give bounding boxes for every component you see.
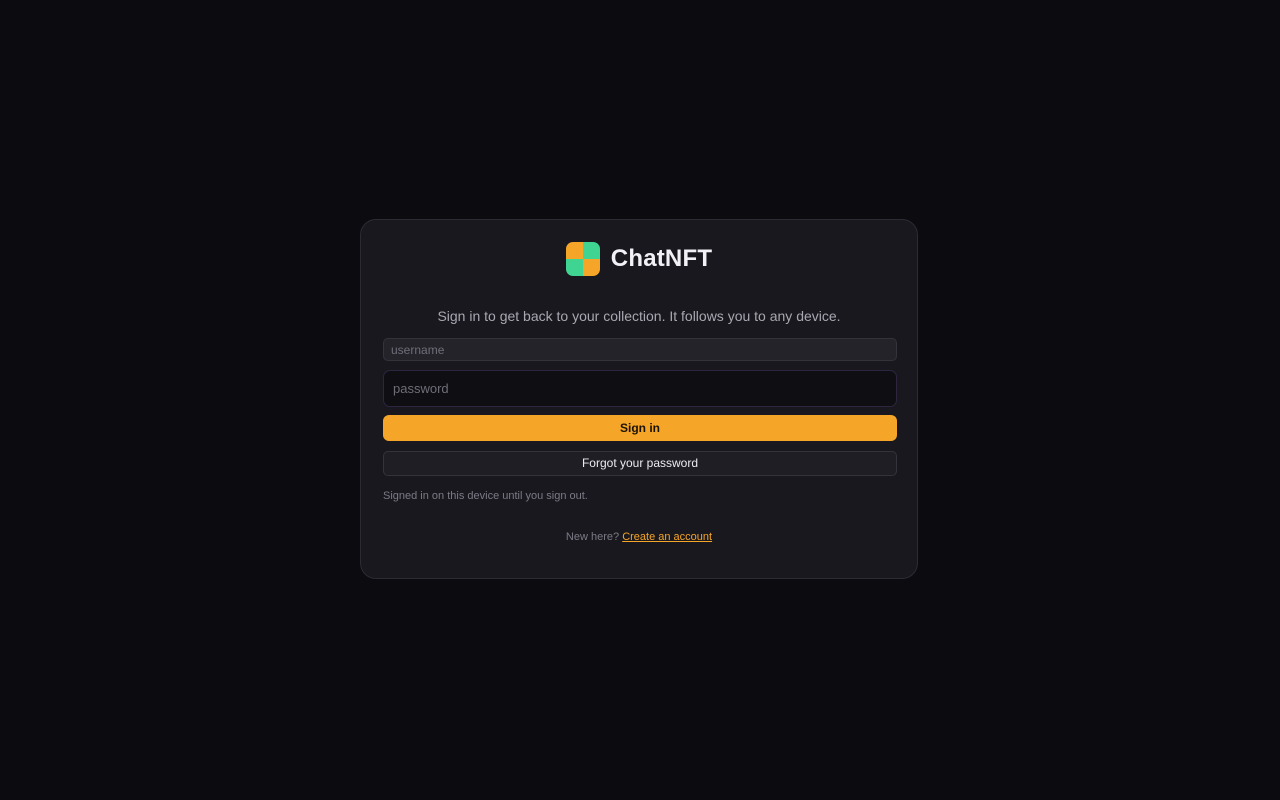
register-prompt: New here? <box>565 531 620 543</box>
brand-name: ChatNFT <box>610 245 713 272</box>
brand-header: ChatNFT <box>361 242 917 276</box>
username-input[interactable] <box>383 338 897 361</box>
session-note: Signed in on this device until you sign … <box>383 490 588 502</box>
password-input[interactable] <box>383 370 897 407</box>
forgot-password-button[interactable]: Forgot your password <box>383 451 897 476</box>
logo-tile-orange <box>582 259 600 276</box>
chatnft-logo-icon <box>565 242 600 276</box>
logo-tile-green <box>582 242 600 259</box>
register-row: New here? Create an account <box>361 531 917 543</box>
logo-tile-orange <box>565 242 583 259</box>
login-card: ChatNFT Sign in to get back to your coll… <box>360 219 918 579</box>
sign-in-button[interactable]: Sign in <box>383 415 897 441</box>
login-subtitle: Sign in to get back to your collection. … <box>437 308 841 324</box>
create-account-link[interactable]: Create an account <box>622 531 712 543</box>
logo-tile-green <box>565 259 583 276</box>
